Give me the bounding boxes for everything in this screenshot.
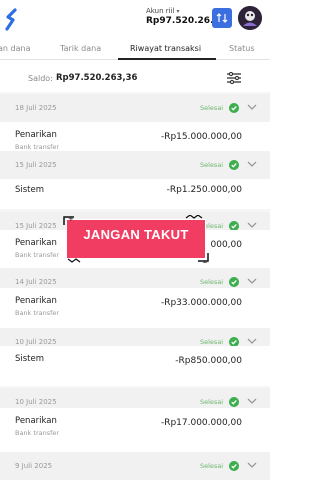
- transaction-amount: -Rp15.000.000,00: [160, 132, 242, 142]
- top-bar: Akun riil ▾ Rp97.520.26...: [0, 0, 270, 38]
- avatar[interactable]: [238, 6, 262, 30]
- chevron-down-icon[interactable]: [247, 337, 257, 345]
- transaction-amount: 000,00: [210, 240, 243, 250]
- account-balance: Rp97.520.26...: [146, 16, 221, 26]
- saldo-label: Saldo:: [28, 74, 53, 83]
- active-tab-indicator: [118, 58, 216, 60]
- transaction-title: Penarikan: [15, 130, 57, 140]
- status-badge: Selesai: [200, 104, 224, 112]
- transaction-item[interactable]: Sistem -Rp850.000,00: [0, 346, 270, 386]
- transaction-amount: -Rp850.000,00: [175, 356, 242, 366]
- status-badge: Selesai: [200, 398, 224, 406]
- transaction-item[interactable]: Sistem -Rp1.250.000,00: [0, 179, 270, 209]
- chevron-down-icon[interactable]: [247, 461, 257, 469]
- check-icon: [229, 397, 239, 407]
- transaction-amount: -Rp33.000.000,00: [160, 298, 242, 308]
- chevron-down-icon[interactable]: [247, 103, 257, 111]
- transaction-item[interactable]: Penarikan Bank transfer -Rp33.000.000,00: [0, 288, 270, 332]
- transaction-amount: -Rp17.000.000,00: [160, 418, 242, 428]
- caption-text: JANGAN TAKUT: [83, 227, 189, 242]
- transaction-title: Penarikan: [15, 416, 57, 426]
- check-icon: [229, 461, 239, 471]
- transaction-method: Bank transfer: [15, 251, 60, 259]
- transaction-method: Bank transfer: [15, 143, 60, 151]
- check-icon: [229, 277, 239, 287]
- transaction-date: 10 Juli 2025: [15, 398, 57, 406]
- transaction-date: 18 Juli 2025: [15, 104, 57, 112]
- svg-text:+: +: [202, 259, 208, 263]
- tab-status[interactable]: Status: [229, 44, 255, 53]
- exchange-button[interactable]: [212, 8, 232, 28]
- transaction-title: Sistem: [15, 185, 45, 195]
- chevron-down-icon: ▾: [176, 7, 180, 15]
- status-badge: Selesai: [200, 462, 224, 470]
- status-badge: Selesai: [200, 161, 224, 169]
- transaction-list: 18 Juli 2025 Selesai Penarikan Bank tran…: [0, 92, 270, 480]
- tab-bar: an dana Tarik dana Riwayat transaksi Sta…: [0, 38, 270, 60]
- account-selector[interactable]: Akun riil ▾ Rp97.520.26...: [146, 7, 220, 26]
- status-badge: Selesai: [200, 278, 224, 286]
- chevron-down-icon[interactable]: [247, 277, 257, 285]
- status-badge: Selesai: [200, 338, 224, 346]
- date-header[interactable]: 9 Juli 2025 Selesai: [0, 452, 270, 480]
- transaction-date: 15 Juli 2025: [15, 161, 57, 169]
- date-header[interactable]: 18 Juli 2025 Selesai: [0, 94, 270, 122]
- transaction-date: 14 Juli 2025: [15, 278, 57, 286]
- transaction-title: Penarikan: [15, 296, 57, 306]
- account-type-label: Akun riil: [146, 7, 175, 15]
- avatar-image: [238, 6, 262, 30]
- chevron-down-icon[interactable]: [247, 397, 257, 405]
- tab-deposit[interactable]: an dana: [0, 44, 30, 53]
- transaction-title: Penarikan: [15, 238, 57, 248]
- transaction-date: 10 Juli 2025: [15, 338, 57, 346]
- brand-logo-icon[interactable]: [4, 8, 18, 32]
- check-icon: [229, 103, 239, 113]
- saldo-row: Saldo: Rp97.520.263,36: [0, 66, 270, 92]
- chevron-down-icon[interactable]: [247, 160, 257, 168]
- caption-overlay: + + JANGAN TAKUT: [62, 215, 210, 263]
- tab-withdraw[interactable]: Tarik dana: [60, 44, 101, 53]
- check-icon: [229, 160, 239, 170]
- transaction-method: Bank transfer: [15, 429, 60, 437]
- transaction-date: 15 Juli 2025: [15, 222, 57, 230]
- saldo-value: Rp97.520.263,36: [56, 73, 138, 83]
- transaction-amount: -Rp1.250.000,00: [166, 185, 242, 195]
- exchange-icon: [216, 13, 228, 23]
- transaction-item[interactable]: Penarikan Bank transfer -Rp17.000.000,00: [0, 408, 270, 452]
- date-header[interactable]: 15 Juli 2025 Selesai: [0, 151, 270, 179]
- transaction-title: Sistem: [15, 354, 45, 364]
- chevron-down-icon[interactable]: [247, 221, 257, 229]
- svg-text:+: +: [68, 215, 74, 223]
- transaction-method: Bank transfer: [15, 309, 60, 317]
- filter-icon[interactable]: [227, 72, 241, 84]
- tab-transaction-history[interactable]: Riwayat transaksi: [130, 44, 201, 53]
- transaction-date: 9 Juli 2025: [15, 462, 53, 470]
